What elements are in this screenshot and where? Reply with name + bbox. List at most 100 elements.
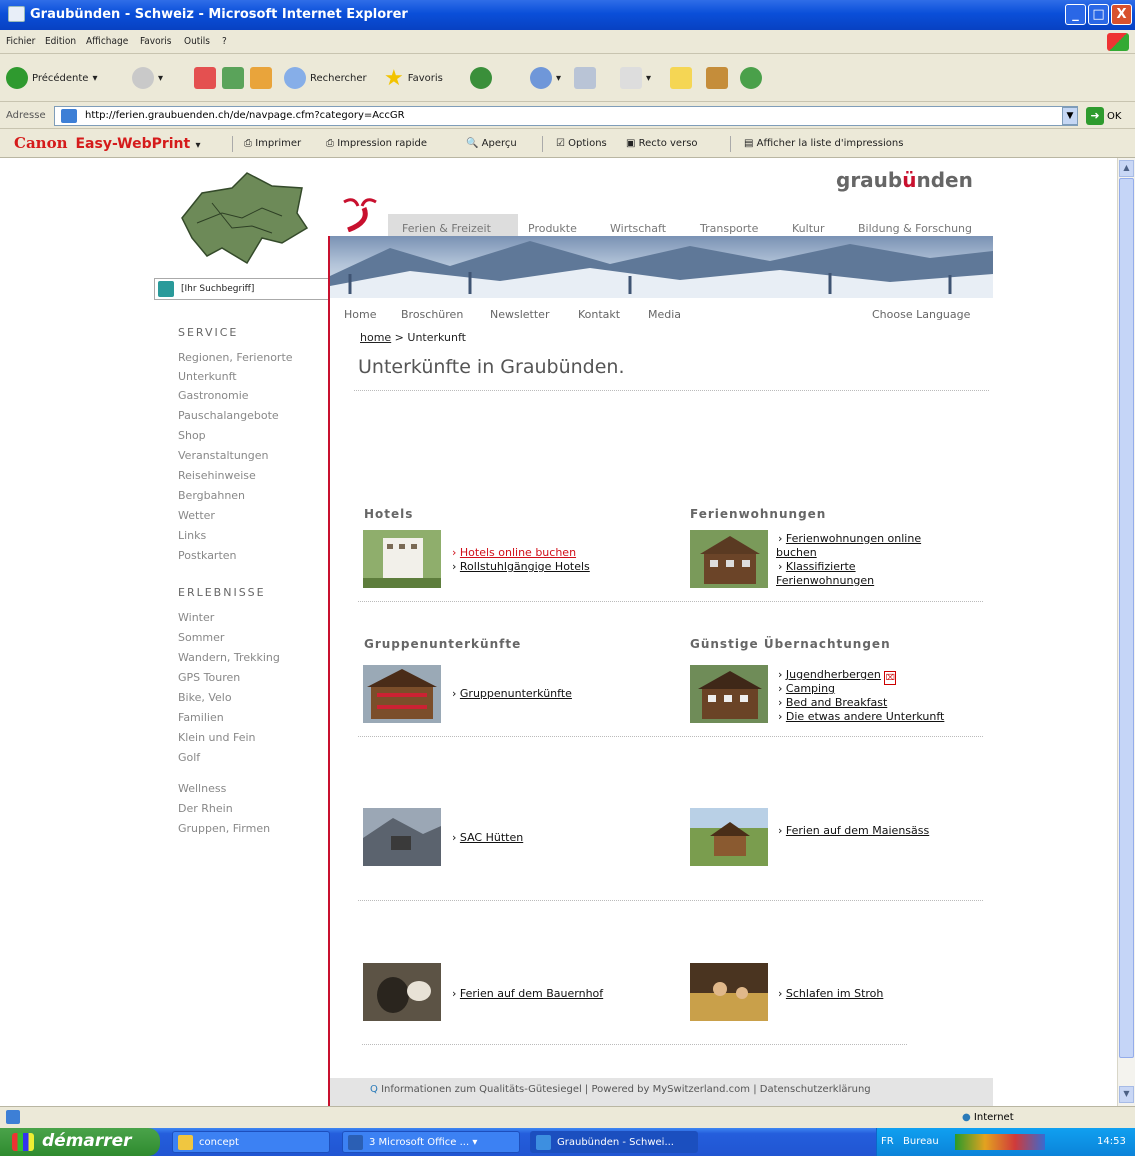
- nav-link[interactable]: Unterkunft: [178, 370, 237, 383]
- tab-transporte[interactable]: Transporte: [700, 222, 758, 235]
- menu-edition[interactable]: Edition: [45, 36, 76, 47]
- menu-help[interactable]: ?: [222, 36, 227, 47]
- close-button[interactable]: X: [1111, 4, 1132, 25]
- address-dropdown-button[interactable]: ▼: [1062, 107, 1078, 125]
- bauernhof-link[interactable]: › Ferien auf dem Bauernhof: [452, 987, 603, 1000]
- home-button[interactable]: [250, 64, 272, 92]
- refresh-button[interactable]: [222, 64, 244, 92]
- stop-button[interactable]: [194, 64, 216, 92]
- nav-link[interactable]: Bergbahnen: [178, 489, 245, 502]
- tab-bildung[interactable]: Bildung & Forschung: [858, 222, 972, 235]
- tab-wirtschaft[interactable]: Wirtschaft: [610, 222, 666, 235]
- graubuenden-logo[interactable]: graubünden: [836, 168, 973, 192]
- fewo-classified-link-line1[interactable]: › Klassifizierte: [778, 560, 856, 573]
- scroll-down-button[interactable]: ▼: [1119, 1086, 1134, 1103]
- footer-links[interactable]: Informationen zum Qualitäts-Gütesiegel |…: [381, 1084, 871, 1095]
- go-label[interactable]: OK: [1107, 111, 1121, 122]
- canon-print-list-button[interactable]: ▤ Afficher la liste d'impressions: [744, 138, 903, 149]
- canon-options-button[interactable]: ☑ Options: [556, 138, 607, 149]
- window-title-bar[interactable]: Graubünden - Schweiz - Microsoft Interne…: [0, 0, 1135, 30]
- menu-fichier[interactable]: Fichier: [6, 36, 35, 47]
- back-button[interactable]: Précédente ▾: [6, 64, 98, 92]
- messenger-button[interactable]: [740, 64, 762, 92]
- nav-link[interactable]: Pauschalangebote: [178, 409, 279, 422]
- subnav-newsletter[interactable]: Newsletter: [490, 308, 549, 321]
- search-button[interactable]: Rechercher: [284, 64, 367, 92]
- address-input[interactable]: http://ferien.graubuenden.ch/de/navpage.…: [54, 106, 1078, 126]
- page-viewport[interactable]: [Ihr Suchbegriff] SERVICE Regionen, Feri…: [0, 158, 1117, 1106]
- canon-preview-button[interactable]: 🔍 Aperçu: [466, 138, 517, 149]
- subnav-kontakt[interactable]: Kontakt: [578, 308, 620, 321]
- clock[interactable]: 14:53: [1097, 1136, 1126, 1147]
- canon-duplex-button[interactable]: ▣ Recto verso: [626, 138, 698, 149]
- history-button[interactable]: [470, 64, 492, 92]
- nav-link[interactable]: GPS Touren: [178, 671, 240, 684]
- fewo-online-link-line1[interactable]: › Ferienwohnungen online: [778, 532, 921, 545]
- discuss-button[interactable]: [670, 64, 692, 92]
- scroll-up-button[interactable]: ▲: [1119, 160, 1134, 177]
- research-button[interactable]: [706, 64, 728, 92]
- favorites-button[interactable]: ★ Favoris: [384, 64, 443, 92]
- start-button[interactable]: démarrer: [0, 1128, 160, 1156]
- fewo-online-link-line2[interactable]: buchen: [776, 546, 817, 559]
- subnav-home[interactable]: Home: [344, 308, 376, 321]
- tab-produkte[interactable]: Produkte: [528, 222, 577, 235]
- minimize-button[interactable]: _: [1065, 4, 1086, 25]
- menu-favoris[interactable]: Favoris: [140, 36, 171, 47]
- menu-affichage[interactable]: Affichage: [86, 36, 128, 47]
- nav-link[interactable]: Wellness: [178, 782, 226, 795]
- fewo-classified-link-line2[interactable]: Ferienwohnungen: [776, 574, 874, 587]
- forward-button[interactable]: ▾: [132, 64, 163, 92]
- nav-link[interactable]: Gruppen, Firmen: [178, 822, 270, 835]
- nav-link[interactable]: Links: [178, 529, 206, 542]
- go-button[interactable]: ➜: [1086, 107, 1104, 125]
- nav-link[interactable]: Klein und Fein: [178, 731, 256, 744]
- nav-link[interactable]: Familien: [178, 711, 224, 724]
- task-ie[interactable]: Graubünden - Schwei...: [530, 1131, 698, 1153]
- breadcrumb-home-link[interactable]: home: [360, 331, 391, 344]
- language-indicator[interactable]: FR: [881, 1136, 894, 1147]
- nav-link[interactable]: Golf: [178, 751, 200, 764]
- nav-link[interactable]: Wetter: [178, 509, 215, 522]
- bnb-link[interactable]: › Bed and Breakfast: [778, 696, 887, 709]
- hotels-wheelchair-link[interactable]: › Rollstuhlgängige Hotels: [452, 560, 590, 573]
- edit-button[interactable]: ▾: [620, 64, 651, 92]
- nav-link[interactable]: Winter: [178, 611, 214, 624]
- canon-print-button[interactable]: ⎙ Imprimer: [244, 138, 301, 149]
- tab-ferien[interactable]: Ferien & Freizeit: [402, 222, 491, 235]
- subnav-media[interactable]: Media: [648, 308, 681, 321]
- menu-outils[interactable]: Outils: [184, 36, 210, 47]
- canon-logo[interactable]: Canon Easy-WebPrint ▾: [14, 134, 200, 152]
- subnav-broschueren[interactable]: Broschüren: [401, 308, 463, 321]
- tray-icons[interactable]: [955, 1134, 1045, 1150]
- nav-link[interactable]: Der Rhein: [178, 802, 233, 815]
- nav-link[interactable]: Regionen, Ferienorte: [178, 351, 293, 364]
- nav-link[interactable]: Gastronomie: [178, 389, 249, 402]
- hotels-online-link[interactable]: › Hotels online buchen: [452, 546, 576, 559]
- search-input[interactable]: [Ihr Suchbegriff]: [154, 278, 330, 300]
- nav-link[interactable]: Shop: [178, 429, 206, 442]
- nav-link[interactable]: Bike, Velo: [178, 691, 232, 704]
- nav-link[interactable]: Postkarten: [178, 549, 237, 562]
- stroh-link[interactable]: › Schlafen im Stroh: [778, 987, 883, 1000]
- vertical-scrollbar[interactable]: ▲ ▼: [1117, 158, 1135, 1106]
- gruppen-link[interactable]: › Gruppenunterkünfte: [452, 687, 572, 700]
- nav-link[interactable]: Wandern, Trekking: [178, 651, 280, 664]
- sac-huetten-link[interactable]: › SAC Hütten: [452, 831, 523, 844]
- andere-unterkunft-link[interactable]: › Die etwas andere Unterkunft: [778, 710, 944, 723]
- print-button[interactable]: [574, 64, 596, 92]
- nav-link[interactable]: Sommer: [178, 631, 224, 644]
- canon-quick-print-button[interactable]: ⎙ Impression rapide: [326, 138, 427, 149]
- nav-link[interactable]: Reisehinweise: [178, 469, 256, 482]
- maiensaess-link[interactable]: › Ferien auf dem Maiensäss: [778, 824, 929, 837]
- maximize-button[interactable]: □: [1088, 4, 1109, 25]
- choose-language-link[interactable]: Choose Language: [872, 308, 970, 321]
- camping-link[interactable]: › Camping: [778, 682, 835, 695]
- nav-link[interactable]: Veranstaltungen: [178, 449, 269, 462]
- task-concept[interactable]: concept: [172, 1131, 330, 1153]
- task-office[interactable]: 3 Microsoft Office ... ▾: [342, 1131, 520, 1153]
- tab-kultur[interactable]: Kultur: [792, 222, 825, 235]
- scroll-thumb[interactable]: [1119, 178, 1134, 1058]
- bureau-toolbar[interactable]: Bureau: [903, 1136, 939, 1147]
- mail-button[interactable]: ▾: [530, 64, 561, 92]
